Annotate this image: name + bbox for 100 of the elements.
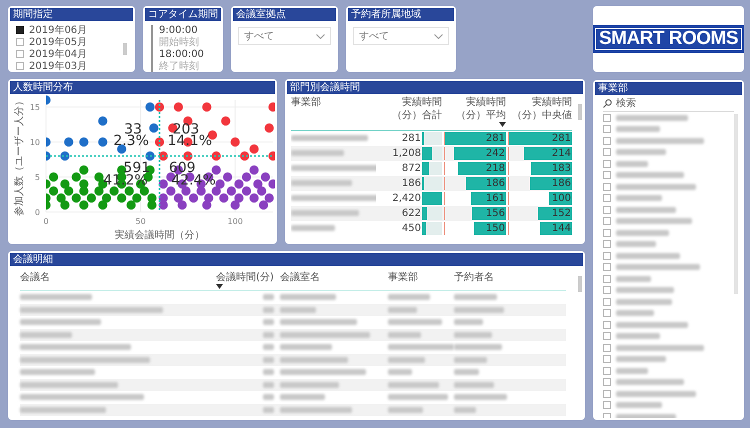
column-header[interactable]: 事業部 [291,96,321,109]
column-header[interactable]: 会議名 [20,270,50,284]
option-label[interactable]: 2019年03月 [29,58,88,72]
blurred-text [263,332,274,338]
chevron-down-icon [316,34,325,38]
checkbox[interactable] [16,50,24,58]
checkbox[interactable] [603,366,611,375]
blurred-text [291,210,359,216]
table-cell: 150 [486,223,506,234]
blurred-text [291,180,352,186]
sort-icon[interactable] [216,284,223,289]
time-value: 9:00:00 [159,25,199,36]
blurred-text [280,294,336,300]
blurred-text [388,382,439,388]
blurred-text [454,382,494,388]
column-header[interactable]: 会議室名 [280,270,320,284]
blurred-text [280,356,348,363]
blurred-text [291,150,344,156]
checkbox[interactable] [603,344,611,352]
blurred-text [616,356,666,362]
checkbox[interactable] [603,355,611,364]
checkbox[interactable] [603,160,611,168]
checkbox[interactable] [603,263,611,272]
panel-title: 事業部 [595,82,742,95]
checkbox[interactable] [603,390,611,398]
blurred-text [616,287,674,294]
checkbox[interactable] [603,298,611,306]
blurred-text [454,356,487,363]
checkbox[interactable] [603,274,611,283]
axis-tick-label: 10 [30,138,40,147]
checkbox[interactable] [603,217,611,226]
scrollbar-thumb[interactable] [578,276,582,292]
checkbox[interactable] [603,252,611,260]
panel-title: 部門別会議時間 [287,81,583,94]
checkbox[interactable] [603,309,611,318]
option-label[interactable]: 2019年04月 [29,46,88,60]
blurred-text [280,382,339,388]
table-cell: 186 [486,178,506,189]
blurred-text [280,306,316,313]
panel-title: 会議室拠点 [233,8,336,21]
column-header[interactable]: 事業部 [388,270,418,284]
checkbox[interactable] [603,332,611,340]
checkbox[interactable] [16,62,24,70]
checkbox[interactable] [603,240,611,248]
blurred-text [616,114,688,121]
blurred-text [616,310,654,316]
blurred-text [454,319,483,326]
logo: SMART ROOMS [593,25,744,53]
chevron-down-icon [434,34,443,38]
table-cell: 450 [402,223,421,234]
checkbox[interactable] [603,194,611,202]
checkbox[interactable] [16,38,24,46]
table-cell: 281 [402,133,421,144]
table-cell: 872 [402,163,421,174]
blurred-text [280,406,352,413]
blurred-text [263,382,274,388]
column-header[interactable]: 予約者名 [454,270,494,284]
sort-icon[interactable] [499,122,506,127]
column-header[interactable]: 会議時間(分) [216,270,274,284]
checkbox[interactable] [603,206,611,214]
checkbox[interactable] [603,320,611,329]
scrollbar-thumb[interactable] [578,104,582,120]
column-header[interactable]: 実績時間（分）中央値 [508,96,572,122]
checkbox[interactable] [603,171,611,180]
blurred-text [616,160,648,167]
time-value: 18:00:00 [159,49,205,60]
blurred-text [616,206,676,213]
table-cell: 1,208 [392,148,421,159]
column-header[interactable]: 実績時間（分）合計 [378,96,442,122]
axis-tick-label: 15 [30,103,40,112]
blurred-text [388,356,425,363]
checkbox[interactable] [603,286,611,294]
checkbox[interactable] [603,401,611,410]
dropdown[interactable]: すべて [238,27,331,45]
checkbox[interactable] [16,26,24,34]
scrollbar-thumb[interactable] [123,43,127,55]
blurred-text [280,344,332,350]
table-cell: 152 [552,208,572,219]
dropdown[interactable]: すべて [353,27,449,45]
blurred-text [20,332,72,338]
time-label: 終了時刻 [159,61,200,72]
table-cell: 218 [486,163,506,174]
axis-tick-label: 0 [34,208,40,217]
checkbox[interactable] [603,114,611,122]
checkbox[interactable] [603,148,611,156]
table-cell: 156 [486,208,506,219]
option-label[interactable]: 2019年05月 [29,34,88,48]
blurred-text [263,406,274,413]
checkbox[interactable] [603,136,611,145]
blurred-text [263,394,274,400]
table-cell: 186 [552,178,572,189]
blurred-text [388,394,448,400]
checkbox[interactable] [603,182,611,191]
table-cell: 144 [552,223,572,234]
search-field[interactable]: 検索 [616,98,706,110]
option-label[interactable]: 2019年06月 [29,22,88,36]
checkbox[interactable] [603,125,611,134]
checkbox[interactable] [603,228,611,237]
column-header[interactable]: 実績時間（分）平均 [444,96,506,122]
checkbox[interactable] [603,378,611,386]
